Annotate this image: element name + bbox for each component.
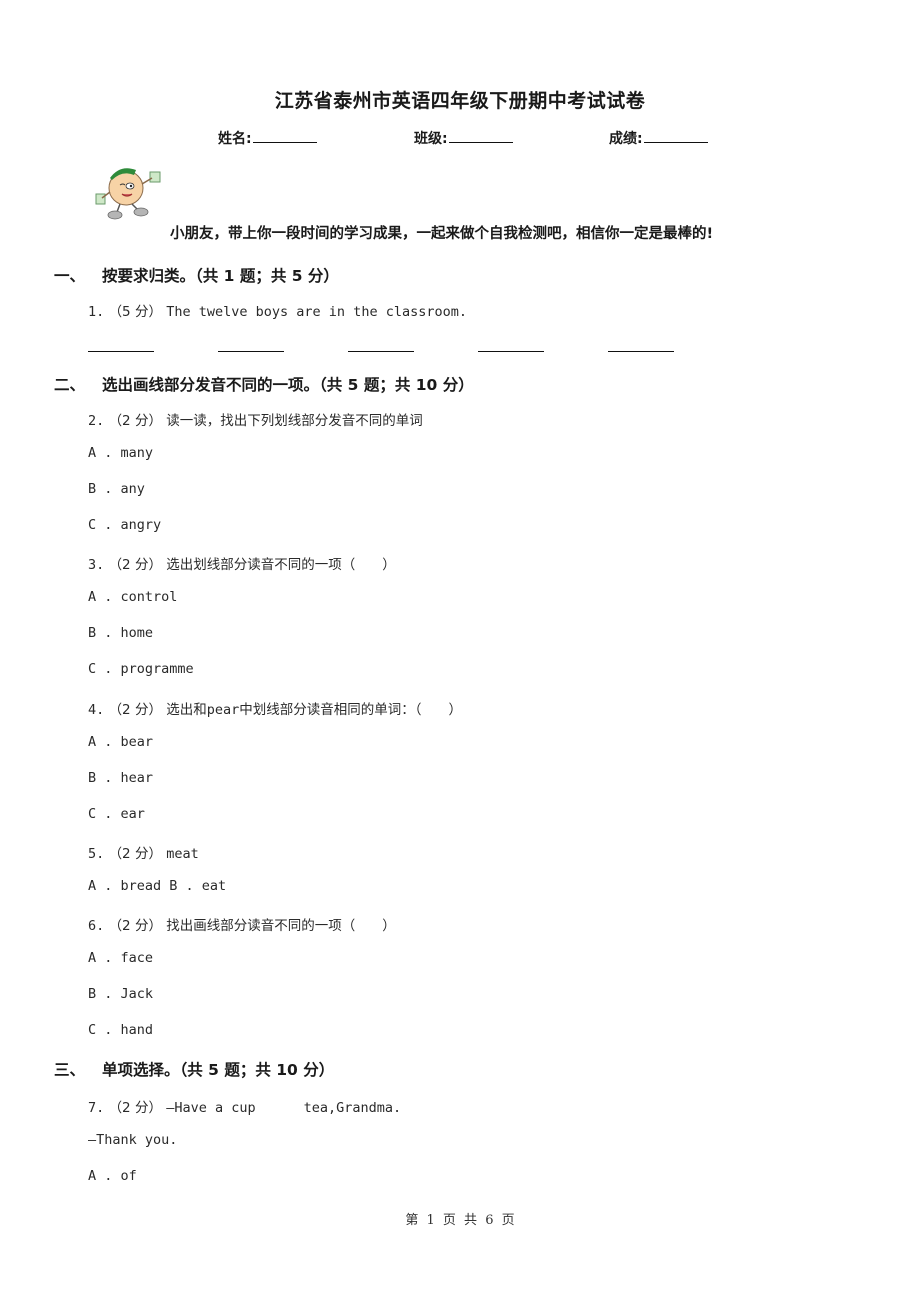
- document-title: 江苏省泰州市英语四年级下册期中考试试卷: [274, 90, 646, 112]
- name-label: 姓名:: [218, 131, 252, 147]
- question-number: 4.: [88, 702, 105, 718]
- section-1-heading: 一、 按要求归类。（共 1 题；共 5 分）: [54, 264, 339, 286]
- question-points: （2 分）: [108, 1100, 162, 1116]
- answer-blank[interactable]: [88, 350, 154, 352]
- mascot-icon: [90, 158, 170, 222]
- section-3-number: 三、: [54, 1061, 86, 1079]
- question-text-after: 中划线部分读音相同的单词：（ ）: [239, 702, 463, 718]
- question-number: 5.: [88, 846, 105, 862]
- option-a[interactable]: A . bear: [88, 734, 153, 750]
- answer-blank[interactable]: [348, 350, 414, 352]
- question-number: 3.: [88, 557, 105, 573]
- score-blank[interactable]: [643, 128, 708, 143]
- encouragement-text: 小朋友，带上你一段时间的学习成果，一起来做个自我检测吧，相信你一定是最棒的!: [170, 226, 714, 242]
- question-reply: —Thank you.: [88, 1132, 178, 1148]
- answer-blank[interactable]: [608, 350, 674, 352]
- question-number: 1.: [88, 304, 105, 320]
- question-text: 找出画线部分读音不同的一项（ ）: [166, 918, 396, 934]
- section-2-title: 选出画线部分发音不同的一项。（共 5 题；共 10 分）: [102, 376, 474, 394]
- section-3-title: 单项选择。（共 5 题；共 10 分）: [102, 1061, 335, 1079]
- option-b[interactable]: B . Jack: [88, 986, 153, 1002]
- question-number: 2.: [88, 413, 105, 429]
- question-text: 选出划线部分读音不同的一项（ ）: [166, 557, 396, 573]
- score-field[interactable]: 成绩:: [609, 128, 708, 148]
- question-text-after: tea,Grandma.: [303, 1100, 402, 1116]
- answer-blank[interactable]: [218, 350, 284, 352]
- section-1-title: 按要求归类。（共 1 题；共 5 分）: [102, 267, 339, 285]
- option-a[interactable]: A . face: [88, 950, 153, 966]
- question-text: meat: [166, 846, 199, 862]
- question-6: 6. （2 分） 找出画线部分读音不同的一项（ ）: [88, 914, 396, 934]
- question-points: （2 分）: [108, 413, 162, 429]
- option-c[interactable]: C . programme: [88, 661, 194, 677]
- question-3: 3. （2 分） 选出划线部分读音不同的一项（ ）: [88, 553, 396, 573]
- question-1: 1. （5 分） The twelve boys are in the clas…: [88, 300, 467, 320]
- question-5: 5. （2 分） meat: [88, 842, 199, 862]
- section-2-heading: 二、 选出画线部分发音不同的一项。（共 5 题；共 10 分）: [54, 373, 474, 395]
- question-text-before: —Have a cup: [166, 1100, 256, 1116]
- option-a[interactable]: A . many: [88, 445, 153, 461]
- option-c[interactable]: C . angry: [88, 517, 161, 533]
- question-points: （5 分）: [108, 304, 162, 320]
- question-text: 读一读，找出下列划线部分发音不同的单词: [166, 413, 423, 429]
- class-blank[interactable]: [448, 128, 513, 143]
- question-text-before: 选出和: [166, 702, 207, 718]
- question-points: （2 分）: [108, 918, 162, 934]
- option-c[interactable]: C . ear: [88, 806, 145, 822]
- question-points: （2 分）: [108, 702, 162, 718]
- options-inline[interactable]: A . bread B . eat: [88, 878, 226, 894]
- option-b[interactable]: B . any: [88, 481, 145, 497]
- class-label: 班级:: [414, 131, 448, 147]
- question-number: 6.: [88, 918, 105, 934]
- question-text: The twelve boys are in the classroom.: [166, 304, 467, 320]
- question-4: 4. （2 分） 选出和pear中划线部分读音相同的单词：（ ）: [88, 698, 462, 718]
- question-7: 7. （2 分） —Have a cup tea,Grandma.: [88, 1096, 401, 1116]
- section-3-heading: 三、 单项选择。（共 5 题；共 10 分）: [54, 1058, 334, 1080]
- option-b[interactable]: B . hear: [88, 770, 153, 786]
- section-2-number: 二、: [54, 376, 86, 394]
- option-a[interactable]: A . control: [88, 589, 177, 605]
- answer-blank[interactable]: [478, 350, 544, 352]
- name-blank[interactable]: [252, 128, 317, 143]
- question-2: 2. （2 分） 读一读，找出下列划线部分发音不同的单词: [88, 409, 423, 429]
- question-target-word: pear: [206, 702, 240, 718]
- name-field[interactable]: 姓名:: [218, 128, 317, 148]
- score-label: 成绩:: [609, 131, 643, 147]
- question-points: （2 分）: [108, 557, 162, 573]
- option-b[interactable]: B . home: [88, 625, 153, 641]
- option-a[interactable]: A . of: [88, 1168, 137, 1184]
- section-1-number: 一、: [54, 267, 86, 285]
- question-points: （2 分）: [108, 846, 162, 862]
- option-c[interactable]: C . hand: [88, 1022, 153, 1038]
- page-footer: 第 1 页 共 6 页: [405, 1213, 515, 1228]
- class-field[interactable]: 班级:: [414, 128, 513, 148]
- question-number: 7.: [88, 1100, 105, 1116]
